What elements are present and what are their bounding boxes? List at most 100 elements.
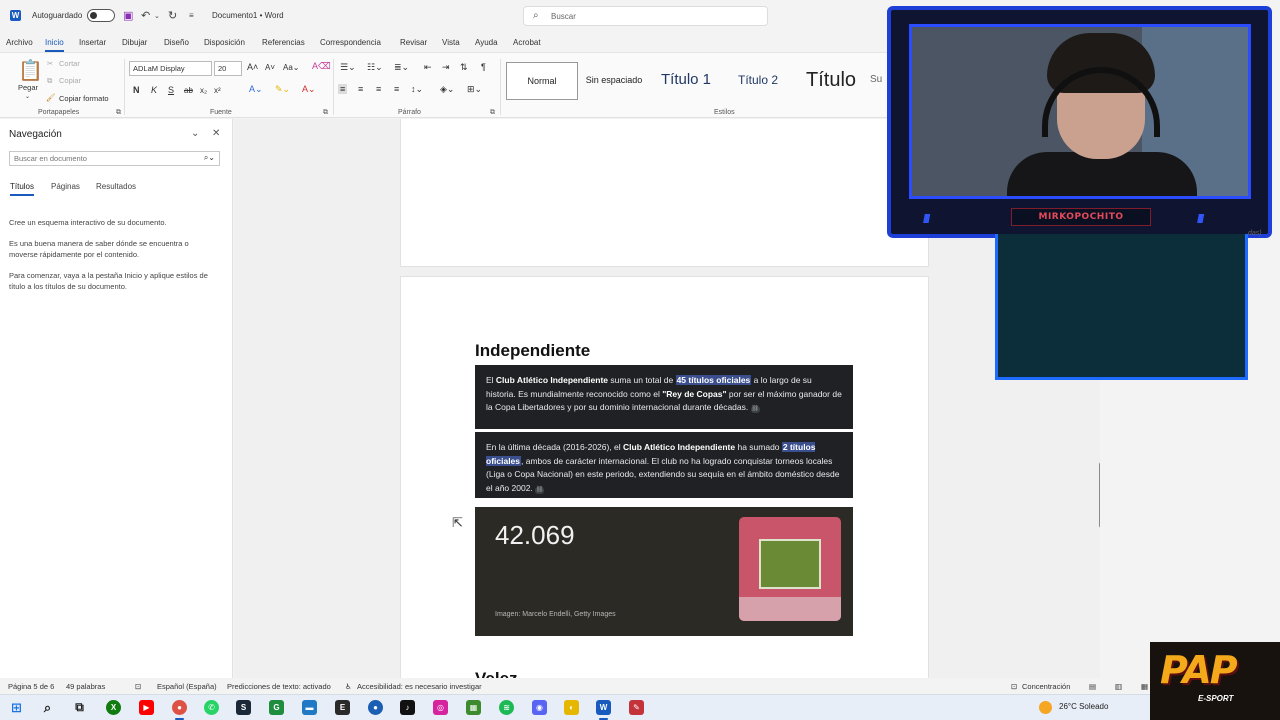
- style-no-spacing[interactable]: Sin espaciado: [580, 62, 648, 100]
- vertical-scrollbar[interactable]: [1099, 462, 1100, 528]
- copy-icon[interactable]: ⧉: [47, 76, 52, 86]
- tab-insertar[interactable]: Insertar: [79, 38, 106, 47]
- discord-icon[interactable]: ◉: [532, 700, 547, 715]
- paste-button[interactable]: Pegar: [18, 83, 38, 92]
- word-count[interactable]: 49 palabras: [66, 682, 105, 691]
- autosave-toggle[interactable]: [87, 9, 115, 22]
- language-status[interactable]: Español (España): [157, 682, 217, 691]
- proofing-icon[interactable]: ⊡: [135, 682, 141, 691]
- steam-icon[interactable]: S: [236, 700, 251, 715]
- superscript-icon[interactable]: x²: [214, 86, 221, 95]
- style-normal[interactable]: Normal: [506, 62, 578, 100]
- xbox-icon[interactable]: X: [106, 700, 121, 715]
- clipboard-launcher-icon[interactable]: ⧉: [116, 109, 121, 117]
- start-icon[interactable]: ⊞: [9, 700, 24, 715]
- page-count[interactable]: Página 5 de 6: [8, 682, 54, 691]
- spotify-icon[interactable]: ≋: [499, 700, 514, 715]
- save-icon[interactable]: ▣: [123, 9, 133, 22]
- whatsapp-icon[interactable]: ✆: [204, 700, 219, 715]
- nav-search-box[interactable]: ⌕⌄: [9, 151, 220, 166]
- tiktok-icon[interactable]: ♪: [400, 700, 415, 715]
- print-layout-icon[interactable]: ▥: [1115, 682, 1122, 691]
- tab-correspondencia[interactable]: Correspondencia: [320, 38, 381, 47]
- epic-icon[interactable]: E: [335, 700, 350, 715]
- align-right-icon[interactable]: ≡: [376, 84, 381, 94]
- undo-dropdown-icon[interactable]: ⌄: [154, 12, 160, 20]
- tab-inicio[interactable]: Inicio: [45, 38, 64, 52]
- tab-vista[interactable]: Vista: [442, 38, 460, 47]
- font-launcher-icon[interactable]: ⧉: [323, 109, 328, 117]
- nav-tab-pages[interactable]: Páginas: [51, 182, 80, 191]
- nav-tab-headings[interactable]: Títulos: [10, 182, 35, 196]
- youtube-icon[interactable]: ▶: [139, 700, 154, 715]
- pasted-screenshot-3[interactable]: 42.069 Imagen: Marcelo Endelli, Getty Im…: [475, 507, 853, 636]
- decrease-indent-icon[interactable]: ⇤: [424, 62, 432, 73]
- italic-icon[interactable]: K: [151, 85, 157, 95]
- weather-status[interactable]: 26°C Soleado: [1059, 702, 1108, 711]
- document-page[interactable]: [400, 119, 929, 267]
- tab-acrobat[interactable]: Acrobat: [513, 38, 541, 47]
- style-title[interactable]: Título: [796, 62, 866, 100]
- folder-icon[interactable]: ▬: [302, 700, 317, 715]
- focus-icon[interactable]: ⊡: [1011, 682, 1017, 691]
- redo-icon[interactable]: ↻: [168, 9, 177, 22]
- close-icon[interactable]: ✕: [212, 128, 220, 139]
- nav-tab-results[interactable]: Resultados: [96, 182, 136, 191]
- tab-ayuda[interactable]: Ayuda: [475, 38, 498, 47]
- borders-icon[interactable]: ⊞⌄: [467, 84, 482, 95]
- change-case-icon[interactable]: Aa⌄: [283, 63, 300, 72]
- web-layout-icon[interactable]: ▦: [1141, 682, 1148, 691]
- font-size-select[interactable]: 20: [214, 61, 242, 76]
- increase-indent-icon[interactable]: ⇥: [442, 62, 450, 73]
- tab-disposicion[interactable]: Disposición: [204, 38, 245, 47]
- tab-diseno[interactable]: Diseño: [164, 38, 189, 47]
- pasted-screenshot-2[interactable]: En la última década (2016-2026), el Club…: [475, 432, 853, 498]
- title-search-box[interactable]: ⌕ Buscar: [523, 6, 768, 26]
- multilevel-list-icon[interactable]: ≣⌄: [394, 62, 409, 73]
- search-icon[interactable]: ⌕: [40, 700, 55, 715]
- pasted-screenshot-1[interactable]: El Club Atlético Independiente suma un t…: [475, 365, 853, 429]
- paste-icon[interactable]: 📋: [18, 58, 43, 83]
- accessibility-icon[interactable]: ♿: [345, 682, 352, 691]
- font-color-icon[interactable]: A⌄: [302, 84, 316, 95]
- sun-icon[interactable]: [1039, 701, 1052, 714]
- tab-dibujar[interactable]: Dibujar: [122, 38, 147, 47]
- numbering-icon[interactable]: ☷⌄: [367, 62, 383, 73]
- justify-icon[interactable]: ≡: [394, 84, 399, 94]
- clear-formatting-icon[interactable]: A⌫: [312, 61, 331, 72]
- read-mode-icon[interactable]: ▤: [1089, 682, 1096, 691]
- tab-referencias[interactable]: Referencias: [262, 38, 305, 47]
- tab-archivo[interactable]: Archivo: [6, 38, 33, 47]
- cut-button[interactable]: Cortar: [59, 59, 80, 68]
- minecraft-icon[interactable]: ▦: [466, 700, 481, 715]
- taskview-icon[interactable]: ⧉: [72, 700, 87, 715]
- copy-button[interactable]: Copiar: [59, 76, 81, 85]
- underline-icon[interactable]: S: [168, 85, 174, 95]
- word-icon[interactable]: W: [596, 700, 611, 720]
- format-painter-icon[interactable]: 🖌: [46, 93, 56, 102]
- document-page[interactable]: Independiente El Club Atlético Independi…: [400, 276, 929, 678]
- search-icon[interactable]: ⌕⌄: [204, 153, 215, 163]
- strikethrough-icon[interactable]: ab: [184, 86, 193, 95]
- bold-icon[interactable]: N: [133, 85, 140, 95]
- align-left-icon[interactable]: ≡: [338, 84, 348, 94]
- show-marks-icon[interactable]: ¶: [481, 62, 486, 72]
- text-predictions-status[interactable]: Predicciones de texto: activado: [227, 682, 331, 691]
- next-section-heading[interactable]: Velez: [475, 669, 518, 678]
- font-family-select[interactable]: ADLaM Display: [129, 61, 212, 76]
- paragraph-launcher-icon[interactable]: ⧉: [490, 109, 495, 117]
- red-app-icon[interactable]: ✎: [629, 700, 644, 715]
- text-effects-icon[interactable]: A⌄: [249, 84, 263, 95]
- instagram-icon[interactable]: ◎: [433, 700, 448, 715]
- nav-search-input[interactable]: [10, 152, 190, 165]
- shading-icon[interactable]: ◈⌄: [440, 84, 454, 95]
- chrome-icon[interactable]: ●: [172, 700, 187, 720]
- paste-dropdown-icon[interactable]: ⌄: [25, 93, 30, 100]
- grow-font-icon[interactable]: A˄: [247, 62, 258, 72]
- sort-icon[interactable]: ⇅: [460, 62, 468, 73]
- shrink-font-icon[interactable]: A˅: [265, 63, 275, 72]
- bullets-icon[interactable]: ☰⌄: [340, 62, 356, 73]
- customize-toolbar-icon[interactable]: ≡: [189, 11, 194, 20]
- line-spacing-icon[interactable]: ↕⌄: [411, 84, 423, 95]
- accessibility-status[interactable]: Accesibilidad: es necesario investigar: [357, 682, 482, 691]
